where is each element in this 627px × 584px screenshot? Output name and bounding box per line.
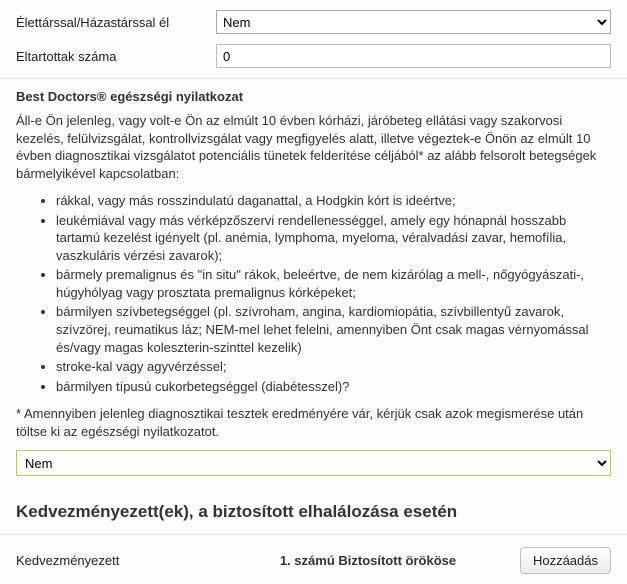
declaration-answer-select[interactable]: Nem [16, 450, 611, 476]
declaration-title: Best Doctors® egészségi nyilatkozat [16, 89, 611, 104]
beneficiary-heading: Kedvezményezett(ek), a biztosított elhal… [0, 488, 627, 528]
add-beneficiary-button[interactable]: Hozzáadás [520, 547, 611, 574]
declaration-footnote: * Amennyiben jelenleg diagnosztikai tesz… [16, 405, 611, 440]
health-declaration-section: Best Doctors® egészségi nyilatkozat Áll-… [0, 89, 627, 488]
declaration-item: bármely premalignus és "in situ" rákok, … [56, 266, 611, 301]
dependents-row: Eltartottak száma [16, 44, 611, 68]
declaration-item: rákkal, vagy más rosszindulatú daganatta… [56, 192, 611, 210]
declaration-intro: Áll-e Ön jelenleg, vagy volt-e Ön az elm… [16, 112, 611, 182]
dependents-input[interactable] [216, 44, 611, 68]
declaration-item: bármilyen szívbetegséggel (pl. szívroham… [56, 303, 611, 356]
living-with-partner-select[interactable]: Nem [216, 10, 611, 34]
dependents-label: Eltartottak száma [16, 49, 216, 64]
living-with-partner-row: Élettárssal/Házastárssal él Nem [16, 10, 611, 34]
section-divider [0, 78, 627, 79]
declaration-item: bármilyen típusú cukorbetegséggel (diabé… [56, 378, 611, 396]
living-with-partner-label: Élettárssal/Házastárssal él [16, 15, 216, 30]
declaration-item: stroke-kal vagy agyvérzéssel; [56, 358, 611, 376]
declaration-list: rákkal, vagy más rosszindulatú daganatta… [16, 192, 611, 395]
beneficiary-label: Kedvezményezett [16, 553, 216, 568]
beneficiary-default-text: 1. számú Biztosított örököse [216, 553, 520, 568]
beneficiary-row: Kedvezményezett 1. számú Biztosított örö… [0, 535, 627, 584]
declaration-item: leukémiával vagy más vérképzőszervi rend… [56, 212, 611, 265]
